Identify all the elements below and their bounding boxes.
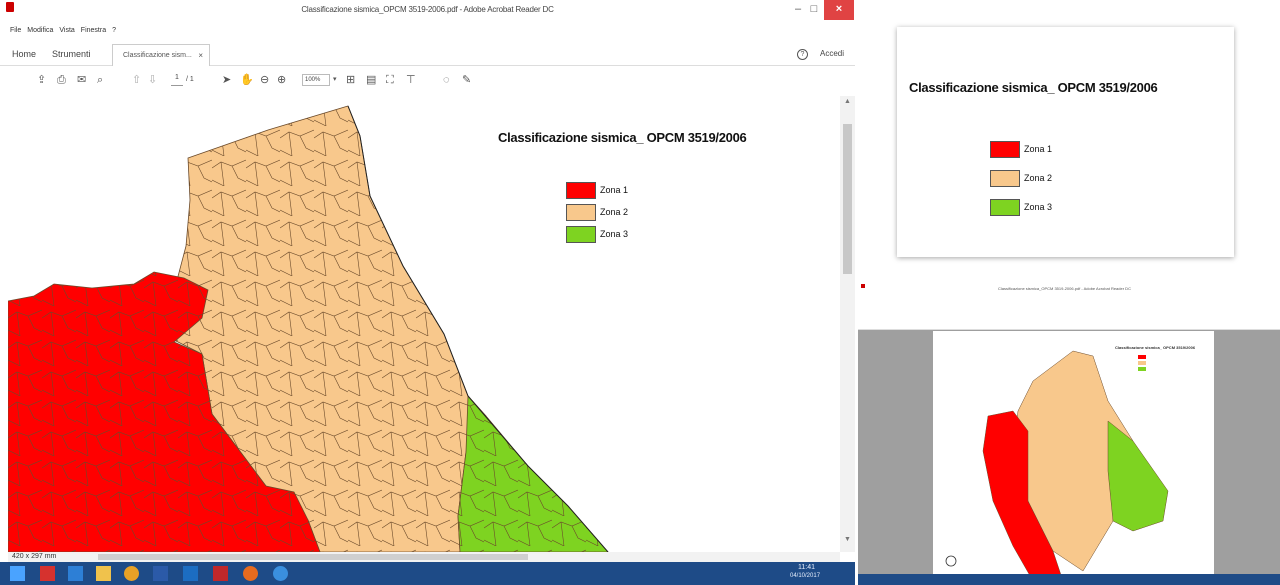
word-icon[interactable] xyxy=(153,566,168,581)
tab-close-icon[interactable]: × xyxy=(198,51,203,60)
signin-link[interactable]: Accedi xyxy=(820,49,844,58)
acrobat-icon[interactable] xyxy=(40,566,55,581)
upload-icon[interactable]: ⇪ xyxy=(37,74,46,86)
legend-label-zona1: Zona 1 xyxy=(600,185,629,195)
card-legend-label-zona3: Zona 3 xyxy=(1024,202,1053,212)
legend-item-zona1: Zona 1 xyxy=(566,182,666,202)
pen-icon[interactable]: ✎ xyxy=(462,74,471,86)
chrome-icon[interactable] xyxy=(124,566,139,581)
windows-taskbar: 11:41 04/10/2017 xyxy=(0,562,855,585)
zoom-out-icon[interactable]: ⊖ xyxy=(260,74,269,86)
mail-icon[interactable]: ✉ xyxy=(77,74,86,86)
card-legend-item-zona2: Zona 2 xyxy=(990,170,1090,190)
thumbnail-taskbar xyxy=(858,574,1280,585)
file-explorer-icon[interactable] xyxy=(96,566,111,581)
hand-icon[interactable]: ✋ xyxy=(240,74,254,86)
horizontal-scrollbar[interactable] xyxy=(8,552,840,562)
thumbnail-screenshot: Classificazione sismica_OPCM 3519-2006.p… xyxy=(858,281,1280,585)
legend-zoom-card: Classificazione sismica_ OPCM 3519/2006 … xyxy=(897,27,1234,257)
thumbnail-app-icon xyxy=(861,284,865,288)
card-legend-item-zona3: Zona 3 xyxy=(990,199,1090,219)
outlook-icon[interactable] xyxy=(183,566,198,581)
form-icon[interactable]: ⊤ xyxy=(406,74,416,86)
zoom-in-icon[interactable]: ⊕ xyxy=(277,74,286,86)
search-icon[interactable]: ⌕ xyxy=(97,74,103,86)
card-legend-label-zona2: Zona 2 xyxy=(1024,173,1053,183)
card-legend-swatch-zona2 xyxy=(990,170,1020,187)
page-dimensions: 420 x 297 mm xyxy=(12,553,57,560)
legend-label-zona3: Zona 3 xyxy=(600,229,629,239)
legend-label-zona2: Zona 2 xyxy=(600,207,629,217)
menu-vista[interactable]: Vista xyxy=(59,27,74,39)
map-zone3-borders xyxy=(458,396,608,552)
thumbnail-map-title: Classificazione sismica_ OPCM 3519/2006 xyxy=(1115,345,1196,350)
windows-start-icon[interactable] xyxy=(10,566,25,581)
page-total: / 1 xyxy=(186,76,194,83)
legend-item-zona2: Zona 2 xyxy=(566,204,666,224)
help-icon[interactable]: ? xyxy=(797,49,808,60)
legend-item-zona3: Zona 3 xyxy=(566,226,666,246)
legend-swatch-zona1 xyxy=(566,182,596,199)
scroll-up-icon[interactable]: ▲ xyxy=(844,98,851,105)
fit-page-icon[interactable]: ⊞ xyxy=(346,74,355,86)
toolbar: ⇪ ⎙ ✉ ⌕ ⇧ ⇩ ➤ ✋ ⊖ ⊕ ⊞ ▤ ⛶ ⊤ ◌ ✎ xyxy=(0,66,855,94)
card-legend-label-zona1: Zona 1 xyxy=(1024,144,1053,154)
zoom-select[interactable]: 100% xyxy=(302,74,330,86)
card-legend-swatch-zona1 xyxy=(990,141,1020,158)
page-down-icon[interactable]: ⇩ xyxy=(148,74,157,86)
thumbnail-title: Classificazione sismica_OPCM 3519-2006.p… xyxy=(998,286,1131,291)
map-title: Classificazione sismica_ OPCM 3519/2006 xyxy=(498,130,747,145)
menu-help[interactable]: ? xyxy=(112,27,116,39)
screenshot-composite: Classificazione sismica_OPCM 3519-2006.p… xyxy=(0,0,1280,585)
menu-file[interactable]: File xyxy=(10,27,21,39)
tab-tools[interactable]: Strumenti xyxy=(52,49,91,59)
people-icon[interactable] xyxy=(68,566,83,581)
scroll-mode-icon[interactable]: ▤ xyxy=(366,74,376,86)
tab-home[interactable]: Home xyxy=(12,49,36,59)
tab-bar: Home Strumenti Classificazione sism... ×… xyxy=(0,40,855,66)
vertical-scroll-thumb[interactable] xyxy=(843,124,852,274)
compass-icon xyxy=(945,555,957,567)
firefox-icon[interactable] xyxy=(243,566,258,581)
card-legend-swatch-zona3 xyxy=(990,199,1020,216)
document-viewer[interactable] xyxy=(8,96,840,552)
legend-swatch-zona3 xyxy=(566,226,596,243)
scroll-down-icon[interactable]: ▼ xyxy=(844,536,851,543)
acrobat-window: Classificazione sismica_OPCM 3519-2006.p… xyxy=(0,0,855,585)
print-icon[interactable]: ⎙ xyxy=(57,74,66,86)
thumbnail-page: Classificazione sismica_ OPCM 3519/2006 xyxy=(933,331,1214,585)
seismic-map xyxy=(8,105,609,552)
menu-bar: File Modifica Vista Finestra ? xyxy=(10,27,116,39)
thumbnail-titlebar: Classificazione sismica_OPCM 3519-2006.p… xyxy=(858,281,1280,317)
thumbnail-swatch-zona1 xyxy=(1138,355,1146,359)
thumbnail-toolbar xyxy=(858,317,1280,330)
vertical-scrollbar[interactable]: ▲ ▼ xyxy=(840,96,855,552)
menu-modifica[interactable]: Modifica xyxy=(27,27,53,39)
menu-finestra[interactable]: Finestra xyxy=(81,27,106,39)
thumbnail-swatch-zona3 xyxy=(1138,367,1146,371)
title-bar: Classificazione sismica_OPCM 3519-2006.p… xyxy=(0,0,855,22)
tab-document-label: Classificazione sism... xyxy=(123,52,192,59)
thumbnail-swatch-zona2 xyxy=(1138,361,1146,365)
card-legend-item-zona1: Zona 1 xyxy=(990,141,1090,161)
edge-icon[interactable] xyxy=(273,566,288,581)
comment-icon[interactable]: ◌ xyxy=(443,74,450,86)
page-up-icon[interactable]: ⇧ xyxy=(132,74,141,86)
maximize-button[interactable]: □ xyxy=(806,0,822,20)
tab-document[interactable]: Classificazione sism... × xyxy=(112,44,210,66)
page-number-input[interactable]: 1 xyxy=(171,74,183,86)
legend-swatch-zona2 xyxy=(566,204,596,221)
window-title: Classificazione sismica_OPCM 3519-2006.p… xyxy=(301,5,554,14)
clock-date: 04/10/2017 xyxy=(790,573,821,579)
minimize-button[interactable]: – xyxy=(790,0,806,20)
fullscreen-icon[interactable]: ⛶ xyxy=(386,74,394,86)
zoom-dropdown-icon[interactable]: ▾ xyxy=(333,75,337,83)
thumbnail-map xyxy=(945,350,1169,582)
horizontal-scroll-thumb[interactable] xyxy=(98,554,528,560)
close-button[interactable]: × xyxy=(824,0,854,20)
card-map-title: Classificazione sismica_ OPCM 3519/2006 xyxy=(909,80,1158,95)
select-arrow-icon[interactable]: ➤ xyxy=(222,74,231,86)
clock-time: 11:41 xyxy=(798,564,815,571)
adobe-icon[interactable] xyxy=(213,566,228,581)
